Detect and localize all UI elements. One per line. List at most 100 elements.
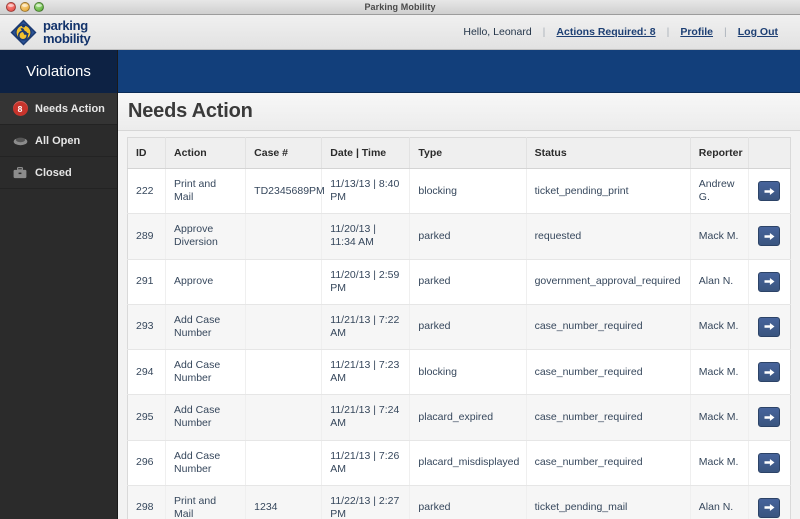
column-header-date[interactable]: Date | Time bbox=[321, 137, 411, 169]
go-arrow-icon bbox=[764, 368, 775, 376]
column-header-id[interactable]: ID bbox=[127, 137, 167, 169]
cell-status: requested bbox=[526, 213, 691, 260]
brand-logo[interactable]: parking mobility bbox=[10, 19, 91, 46]
cell-go bbox=[748, 304, 791, 351]
window-titlebar: Parking Mobility bbox=[0, 0, 800, 15]
cell-status: case_number_required bbox=[526, 394, 691, 441]
page-header: Needs Action bbox=[118, 93, 800, 131]
violations-table-container: ID Action Case # Date | Time Type Status… bbox=[118, 131, 800, 519]
cell-case bbox=[245, 440, 323, 486]
table-body: 222 Print and Mail TD2345689PM 11/13/13 | 8… bbox=[127, 168, 791, 519]
cell-id: 295 bbox=[127, 394, 167, 441]
cell-case bbox=[245, 259, 323, 305]
go-arrow-icon bbox=[764, 232, 775, 240]
cell-id: 291 bbox=[127, 259, 167, 305]
cell-date: 11/13/13 | 8:40 PM bbox=[321, 168, 411, 215]
cell-case bbox=[245, 394, 323, 441]
cell-reporter: Mack M. bbox=[690, 304, 749, 351]
cell-status: government_approval_required bbox=[526, 259, 691, 305]
cell-status: ticket_pending_print bbox=[526, 168, 691, 215]
sidebar-item-label-closed: Closed bbox=[35, 166, 72, 179]
brand-line-2: mobility bbox=[43, 31, 91, 46]
cell-go bbox=[748, 213, 791, 260]
cell-case: TD2345689PM bbox=[245, 168, 325, 215]
cell-go bbox=[748, 349, 791, 396]
table-row[interactable]: 291 Approve 11/20/13 | 2:59 PM parked govern… bbox=[127, 259, 791, 305]
cell-case: 1234 bbox=[245, 485, 323, 519]
row-open-button[interactable] bbox=[758, 407, 781, 428]
cell-reporter: Alan N. bbox=[690, 259, 749, 305]
cell-go bbox=[748, 440, 791, 486]
brand-wordmark: parking mobility bbox=[43, 19, 91, 46]
table-row[interactable]: 289 Approve Diversion 11/20/13 | 11:34 AM p… bbox=[127, 213, 791, 260]
briefcase-archive-icon bbox=[12, 165, 28, 181]
greeting-label: Hello, Leonard bbox=[463, 26, 532, 38]
cell-action: Add Case Number bbox=[165, 304, 247, 351]
go-arrow-icon bbox=[764, 323, 775, 331]
cell-action: Add Case Number bbox=[165, 440, 247, 486]
table-row[interactable]: 293 Add Case Number 11/21/13 | 7:22 AM park… bbox=[127, 304, 791, 351]
cell-id: 293 bbox=[127, 304, 167, 351]
cell-reporter: Mack M. bbox=[690, 440, 749, 486]
actions-required-link[interactable]: Actions Required: 8 bbox=[546, 26, 665, 38]
cell-status: case_number_required bbox=[526, 304, 691, 351]
column-header-action[interactable]: Action bbox=[165, 137, 247, 169]
app-body: Violations 8 Needs Action All Open Close… bbox=[0, 50, 800, 519]
inbox-tray-icon bbox=[12, 133, 28, 149]
needs-action-badge: 8 bbox=[12, 101, 28, 116]
cell-status: ticket_pending_mail bbox=[526, 485, 691, 519]
cell-go bbox=[748, 485, 790, 519]
cell-id: 294 bbox=[127, 349, 167, 396]
row-open-button[interactable] bbox=[758, 271, 781, 292]
cell-type: blocking bbox=[409, 349, 527, 396]
row-open-button[interactable] bbox=[758, 226, 781, 247]
wheelchair-accessibility-logo-icon bbox=[10, 19, 37, 45]
cell-type: parked bbox=[409, 259, 527, 305]
table-row[interactable]: 298 Print and Mail 1234 11/22/13 | 2:27 PM p… bbox=[127, 485, 791, 519]
row-open-button[interactable] bbox=[758, 497, 781, 518]
sidebar-item-all-open[interactable]: All Open bbox=[0, 125, 117, 157]
table-row[interactable]: 222 Print and Mail TD2345689PM 11/13/13 | 8… bbox=[127, 168, 791, 215]
cell-id: 222 bbox=[127, 168, 167, 215]
table-row[interactable]: 295 Add Case Number 11/21/13 | 7:24 AM plac… bbox=[127, 394, 791, 441]
column-header-status[interactable]: Status bbox=[526, 137, 691, 169]
row-open-button[interactable] bbox=[758, 452, 781, 473]
cell-date: 11/21/13 | 7:24 AM bbox=[321, 394, 411, 441]
window-title: Parking Mobility bbox=[364, 2, 436, 12]
row-open-button[interactable] bbox=[758, 362, 781, 383]
cell-reporter: Mack M. bbox=[690, 349, 749, 396]
cell-case bbox=[245, 304, 323, 351]
cell-action: Approve bbox=[165, 259, 247, 305]
cell-date: 11/20/13 | 2:59 PM bbox=[321, 259, 411, 305]
row-open-button[interactable] bbox=[758, 181, 781, 202]
app-header-bar: parking mobility Hello, Leonard | Action… bbox=[0, 15, 800, 50]
go-arrow-icon bbox=[764, 187, 775, 195]
column-header-type[interactable]: Type bbox=[409, 137, 527, 169]
cell-action: Print and Mail bbox=[165, 485, 247, 519]
table-row[interactable]: 296 Add Case Number 11/21/13 | 7:26 AM plac… bbox=[127, 440, 791, 486]
sidebar-item-needs-action[interactable]: 8 Needs Action bbox=[0, 93, 117, 125]
column-header-actions bbox=[748, 137, 791, 169]
cell-reporter: Alan N. bbox=[690, 485, 749, 519]
cell-case bbox=[245, 349, 323, 396]
row-open-button[interactable] bbox=[758, 316, 781, 337]
sidebar-item-closed[interactable]: Closed bbox=[0, 157, 117, 189]
cell-type: placard_expired bbox=[409, 394, 527, 441]
table-row[interactable]: 294 Add Case Number 11/21/13 | 7:23 AM bloc… bbox=[127, 349, 791, 396]
profile-link[interactable]: Profile bbox=[670, 26, 723, 38]
badge-count-icon: 8 bbox=[12, 101, 28, 117]
cell-go bbox=[748, 394, 791, 441]
cell-type: parked bbox=[409, 213, 527, 260]
cell-type: parked bbox=[409, 304, 527, 351]
cell-go bbox=[748, 168, 791, 215]
cell-case bbox=[245, 213, 323, 260]
column-header-case[interactable]: Case # bbox=[245, 137, 323, 169]
table-header: ID Action Case # Date | Time Type Status… bbox=[127, 137, 791, 169]
cell-type: parked bbox=[409, 485, 527, 519]
cell-type: placard_misdisplayed bbox=[409, 440, 527, 486]
page-title: Needs Action bbox=[128, 100, 253, 122]
column-header-reporter[interactable]: Reporter bbox=[690, 137, 749, 169]
go-arrow-icon bbox=[764, 459, 775, 467]
logout-link[interactable]: Log Out bbox=[728, 26, 788, 38]
sidebar: Violations 8 Needs Action All Open Close… bbox=[0, 50, 118, 519]
